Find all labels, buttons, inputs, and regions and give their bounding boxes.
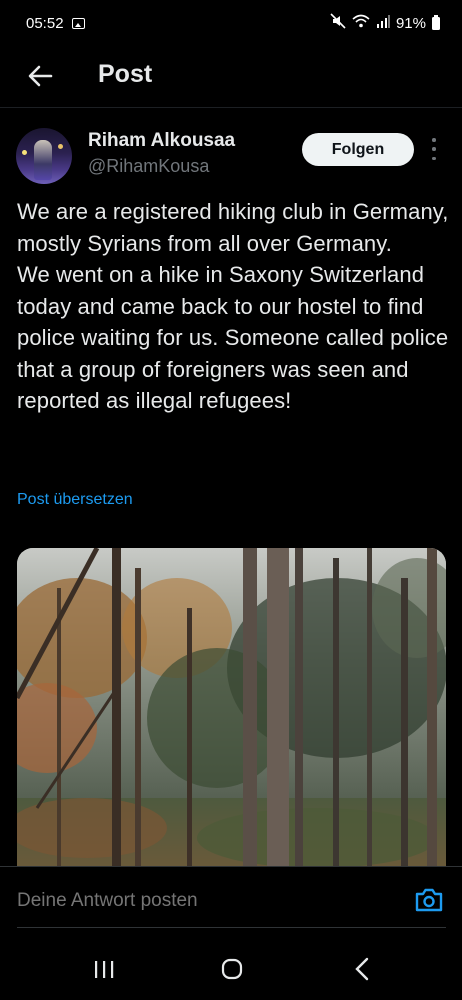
wifi-icon <box>352 14 370 32</box>
follow-button[interactable]: Folgen <box>302 133 414 166</box>
battery-icon <box>432 14 440 30</box>
post-author: Riham Alkousaa @RihamKousa Folgen <box>16 124 446 188</box>
gallery-icon <box>71 17 85 29</box>
status-icons: 91% <box>330 13 440 33</box>
top-app-bar: Post <box>0 46 462 108</box>
signal-icon <box>376 14 390 32</box>
camera-button[interactable] <box>414 886 444 914</box>
author-name[interactable]: Riham Alkousaa <box>88 130 235 152</box>
reply-input[interactable] <box>17 890 377 912</box>
back-icon <box>355 957 369 981</box>
system-nav-bar <box>0 938 462 1000</box>
recent-apps-icon <box>95 961 114 978</box>
home-icon <box>221 958 243 980</box>
reply-bar <box>0 866 462 930</box>
avatar[interactable] <box>16 128 72 184</box>
status-time: 05:52 <box>26 14 64 32</box>
post-text: We are a registered hiking club in Germa… <box>17 199 449 413</box>
forest-photo <box>17 548 446 870</box>
home-button[interactable] <box>208 952 256 986</box>
system-back-button[interactable] <box>338 952 386 986</box>
recent-apps-button[interactable] <box>80 952 128 986</box>
divider <box>17 927 446 928</box>
page-title: Post <box>98 60 153 88</box>
more-vertical-icon <box>432 138 436 142</box>
mute-icon <box>330 13 346 33</box>
back-button[interactable] <box>22 58 58 94</box>
more-button[interactable] <box>426 138 442 160</box>
author-handle[interactable]: @RihamKousa <box>88 156 209 177</box>
battery-level: 91% <box>395 14 426 32</box>
arrow-left-icon <box>28 65 53 87</box>
status-bar: 05:52 91% <box>0 0 462 46</box>
camera-icon <box>415 888 443 912</box>
post-image[interactable] <box>17 548 446 870</box>
translate-link[interactable]: Post übersetzen <box>17 491 133 509</box>
